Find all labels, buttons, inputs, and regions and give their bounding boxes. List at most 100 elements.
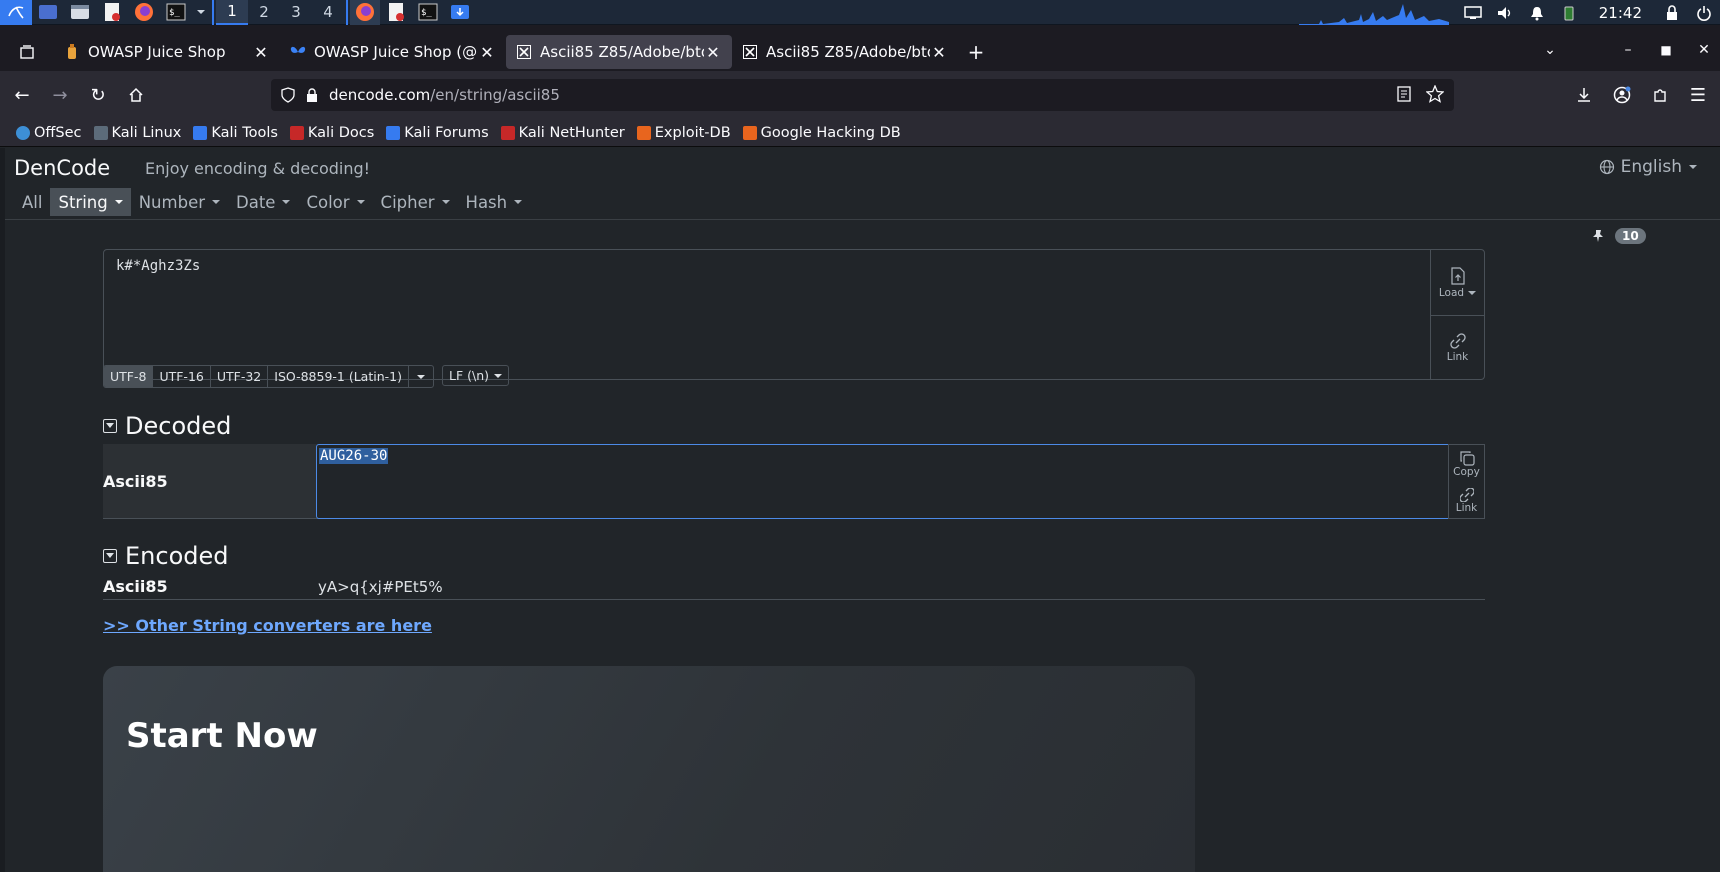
firefox-icon[interactable] [133, 1, 155, 23]
bookmark-kali-forums[interactable]: Kali Forums [386, 125, 489, 141]
bookmark-kali-docs[interactable]: Kali Docs [289, 125, 374, 141]
category-menu: All String Number Date Color Cipher Hash [14, 188, 530, 216]
copy-button[interactable]: Copy [1449, 445, 1484, 482]
charset-utf16[interactable]: UTF-16 [153, 366, 211, 387]
tab-juice-shop-2[interactable]: OWASP Juice Shop (@ow ✕ [280, 35, 506, 69]
volume-icon[interactable] [1494, 2, 1516, 24]
battery-icon [1558, 2, 1580, 24]
maximize-button[interactable]: ■ [1650, 34, 1682, 66]
link-button[interactable]: Link [1431, 315, 1484, 380]
site-brand[interactable]: DenCode [14, 156, 110, 180]
tab-ascii85-active[interactable]: Ascii85 Z85/Adobe/btoa E ✕ [506, 35, 732, 69]
terminal-window-icon[interactable]: $_ [417, 1, 439, 23]
caret-down-icon [1468, 290, 1477, 295]
charset-utf8[interactable]: UTF-8 [104, 366, 154, 387]
load-button[interactable]: Load [1431, 250, 1484, 315]
dencode-icon [742, 44, 758, 60]
close-icon[interactable]: ✕ [704, 43, 722, 62]
kali-docs-icon [289, 125, 304, 140]
menu-date[interactable]: Date [228, 188, 298, 216]
navigation-bar: ← → ↻ dencode.com/en/string/ascii85 ☰ [0, 71, 1720, 119]
file-manager-icon[interactable] [69, 1, 91, 23]
tab-ascii85-2[interactable]: Ascii85 Z85/Adobe/btoa E ✕ [732, 35, 958, 69]
home-icon [129, 87, 143, 102]
close-icon[interactable]: ✕ [930, 43, 948, 62]
firefox-window-icon[interactable] [350, 0, 380, 25]
power-icon[interactable] [1693, 2, 1715, 24]
reload-button[interactable]: ↻ [82, 79, 114, 111]
chevron-down-icon[interactable] [196, 1, 206, 23]
minimize-button[interactable]: – [1612, 34, 1644, 66]
language-selector[interactable]: English [1599, 157, 1697, 177]
kali-menu-icon[interactable] [0, 0, 32, 25]
caret-down-icon [114, 200, 123, 204]
encoded-row-ascii85: Ascii85 yA>q{xj#PEt5% [103, 574, 1485, 600]
encoded-section-title[interactable]: Encoded [103, 542, 229, 570]
star-icon[interactable] [1426, 85, 1444, 103]
url-bar[interactable]: dencode.com/en/string/ascii85 [271, 79, 1454, 111]
workspace-1[interactable]: 1 [216, 0, 248, 25]
plus-icon: + [967, 40, 985, 64]
bookmark-google-hacking-db[interactable]: Google Hacking DB [742, 125, 901, 141]
pin-icon[interactable] [1591, 229, 1605, 243]
source-textarea[interactable]: k#*Aghz3Zs [103, 249, 1438, 380]
workspace-3[interactable]: 3 [280, 0, 312, 25]
close-icon[interactable]: ✕ [252, 43, 270, 62]
downloads-window-icon[interactable] [449, 1, 471, 23]
menu-hash[interactable]: Hash [458, 188, 531, 216]
lock-icon[interactable] [305, 87, 319, 103]
notification-bell-icon[interactable] [1526, 2, 1548, 24]
menu-label: String [58, 192, 108, 212]
url-domain: dencode.com [329, 86, 431, 104]
text-editor-icon[interactable] [101, 1, 123, 23]
bookmark-kali-linux[interactable]: Kali Linux [93, 125, 181, 141]
reader-view-icon[interactable] [1396, 85, 1412, 103]
show-desktop-icon[interactable] [37, 1, 59, 23]
new-tab-button[interactable]: + [958, 35, 994, 69]
charset-latin1[interactable]: ISO-8859-1 (Latin-1) [268, 366, 409, 387]
firefox-view-button[interactable] [0, 35, 54, 69]
shield-icon[interactable] [281, 87, 295, 103]
menu-string[interactable]: String [50, 188, 131, 216]
forward-button[interactable]: → [44, 79, 76, 111]
menu-color[interactable]: Color [298, 188, 372, 216]
decoded-section-title[interactable]: Decoded [103, 412, 231, 440]
bookmark-kali-tools[interactable]: Kali Tools [193, 125, 278, 141]
bookmark-offsec[interactable]: OffSec [16, 125, 82, 141]
bookmark-exploit-db[interactable]: Exploit-DB [636, 125, 731, 141]
close-window-button[interactable]: ✕ [1688, 34, 1720, 66]
menu-number[interactable]: Number [131, 188, 228, 216]
charset-utf32[interactable]: UTF-32 [211, 366, 269, 387]
lock-icon[interactable] [1661, 2, 1683, 24]
link-button[interactable]: Link [1449, 482, 1484, 519]
home-button[interactable] [120, 79, 152, 111]
text-editor-window-icon[interactable] [385, 1, 407, 23]
bookmark-kali-nethunter[interactable]: Kali NetHunter [500, 125, 625, 141]
workspace-4[interactable]: 4 [312, 0, 344, 25]
other-converters-link[interactable]: >> Other String converters are here [103, 616, 432, 635]
newline-select[interactable]: LF (\n) [441, 365, 509, 386]
collapse-toggle-icon[interactable] [103, 549, 117, 563]
close-icon[interactable]: ✕ [478, 43, 496, 62]
svg-text:$_: $_ [169, 8, 180, 18]
menu-cipher[interactable]: Cipher [373, 188, 458, 216]
tab-juice-shop-1[interactable]: OWASP Juice Shop ✕ [54, 35, 280, 69]
encoded-value[interactable]: yA>q{xj#PEt5% [318, 574, 443, 599]
decoded-output[interactable]: AUG26-30 [316, 444, 1449, 519]
encoding-options: UTF-8 UTF-16 UTF-32 ISO-8859-1 (Latin-1)… [103, 365, 509, 388]
back-button[interactable]: ← [6, 79, 38, 111]
decoded-label: Ascii85 [103, 471, 168, 491]
workspace-2[interactable]: 2 [248, 0, 280, 25]
downloads-button[interactable] [1568, 79, 1600, 111]
extensions-button[interactable] [1644, 79, 1676, 111]
menu-all[interactable]: All [14, 188, 50, 216]
tab-list-button[interactable]: ⌄ [1534, 34, 1566, 66]
terminal-icon[interactable]: $_ [165, 1, 187, 23]
account-button[interactable] [1606, 79, 1638, 111]
app-menu-button[interactable]: ☰ [1682, 79, 1714, 111]
collapse-toggle-icon[interactable] [103, 419, 117, 433]
link-label: Link [1455, 501, 1478, 514]
load-label: Load [1438, 286, 1465, 299]
charset-more-dropdown[interactable] [409, 366, 433, 387]
display-icon[interactable] [1462, 2, 1484, 24]
